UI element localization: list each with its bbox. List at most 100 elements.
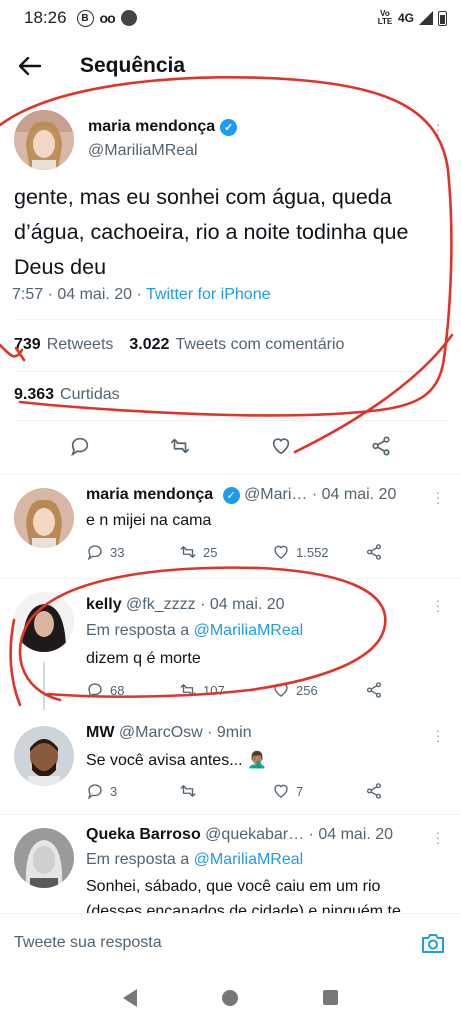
- retweet-icon[interactable]: [165, 431, 195, 461]
- compose-input[interactable]: Tweete sua resposta: [14, 934, 162, 952]
- page-title: Sequência: [80, 54, 186, 77]
- reply-actions: 3 7: [86, 782, 395, 800]
- more-options-icon[interactable]: · · ·: [433, 723, 443, 747]
- nav-recents-icon[interactable]: [323, 990, 339, 1005]
- tweet-source-link[interactable]: Twitter for iPhone: [146, 286, 271, 303]
- like-label: Curtidas: [60, 386, 120, 403]
- like-heart-icon: [274, 545, 288, 559]
- status-bar: 18:26 B oo Vo LTE 4G: [0, 0, 461, 36]
- reply-header: MW @MarcOsw · 9min: [86, 724, 252, 742]
- mention-link[interactable]: @MariliaMReal: [194, 622, 304, 639]
- like-button[interactable]: 1.552: [272, 543, 365, 561]
- author-name: Queka Barroso: [86, 826, 201, 843]
- reply-context: Em resposta a @MariliaMReal: [86, 622, 304, 639]
- reply-tweet[interactable]: Queka Barroso @quekabar… · 04 mai. 20 · ·…: [0, 814, 461, 914]
- retweet-label: Retweets: [46, 336, 114, 353]
- avatar[interactable]: [14, 726, 74, 786]
- reply-context: Em resposta a @MariliaMReal: [86, 851, 304, 868]
- quote-label: Tweets com comentário: [175, 336, 345, 353]
- reply-tweet[interactable]: maria mendonça ✓ @Mari… · 04 mai. 20 · · ·…: [0, 474, 461, 578]
- compose-reply-bar[interactable]: Tweete sua resposta: [0, 913, 461, 971]
- back-arrow-icon[interactable]: [0, 36, 60, 96]
- top-app-bar: Sequência: [0, 36, 461, 96]
- reply-count: 68: [110, 682, 125, 698]
- notification-dot-icon: [120, 10, 137, 26]
- reply-icon[interactable]: [65, 431, 95, 461]
- reply-text: dizem q é morte: [86, 650, 201, 667]
- retweet-button[interactable]: 25: [179, 543, 272, 561]
- reply-header: maria mendonça ✓ @Mari… · 04 mai. 20: [86, 486, 396, 504]
- reply-icon: [87, 545, 102, 561]
- handle-date: @fk_zzzz · 04 mai. 20: [126, 596, 285, 613]
- share-icon[interactable]: [365, 782, 395, 800]
- reply-count: 33: [110, 544, 125, 560]
- b-notification-icon: B: [76, 9, 94, 27]
- reply-button[interactable]: 33: [86, 543, 179, 561]
- retweet-count: 25: [203, 544, 218, 560]
- nav-home-icon[interactable]: [221, 989, 238, 1006]
- share-icon[interactable]: [366, 431, 396, 461]
- avatar[interactable]: [14, 110, 74, 170]
- battery-icon: [438, 10, 447, 26]
- author-name: MW: [86, 724, 115, 741]
- reply-text: e n mijei na cama: [86, 512, 212, 529]
- like-stats[interactable]: 9.363 Curtidas: [14, 386, 120, 404]
- retweet-button[interactable]: 107: [179, 681, 272, 699]
- author-handle: @MariliaMReal: [88, 142, 198, 159]
- reply-actions: 33 25 1.552: [86, 543, 395, 561]
- nav-back-icon[interactable]: [122, 988, 137, 1007]
- volte-icon: Vo LTE: [377, 9, 393, 26]
- divider: [14, 371, 447, 372]
- divider: [14, 420, 447, 421]
- camera-icon[interactable]: [419, 929, 447, 957]
- retweet-button[interactable]: [179, 782, 272, 800]
- avatar[interactable]: [14, 592, 74, 652]
- more-options-icon[interactable]: · · ·: [433, 825, 443, 849]
- avatar[interactable]: [14, 828, 74, 888]
- voicemail-icon: oo: [99, 10, 116, 26]
- reply-count: 3: [110, 783, 118, 799]
- like-button[interactable]: 7: [272, 782, 365, 800]
- clock: 18:26: [24, 8, 67, 27]
- handle-date: @MarcOsw · 9min: [118, 724, 252, 741]
- reply-text: Se você avisa antes... 🤦🏽‍♂️: [86, 752, 267, 769]
- reply-button[interactable]: 3: [86, 782, 179, 800]
- author-name: maria mendonça ✓: [88, 118, 238, 136]
- like-count: 256: [296, 682, 318, 698]
- mention-link[interactable]: @MariliaMReal: [194, 851, 304, 868]
- signal-icon: [419, 11, 433, 25]
- retweet-count: 107: [203, 682, 225, 698]
- more-options-icon[interactable]: · · ·: [433, 593, 443, 617]
- system-nav-bar: [0, 971, 461, 1024]
- network-type: 4G: [397, 11, 414, 25]
- reply-header: Queka Barroso @quekabar… · 04 mai. 20: [86, 826, 393, 844]
- avatar[interactable]: [14, 488, 74, 548]
- reply-tweet[interactable]: MW @MarcOsw · 9min · · · Se você avisa ant…: [0, 712, 461, 814]
- tweet-actions: [0, 431, 461, 461]
- retweet-stats[interactable]: 739 Retweets 3.022 Tweets com comentário: [14, 336, 344, 354]
- more-options-icon[interactable]: · · ·: [433, 485, 443, 509]
- share-icon[interactable]: [365, 681, 395, 699]
- like-count: 7: [296, 783, 304, 799]
- like-count: 1.552: [296, 544, 329, 560]
- reply-header: kelly @fk_zzzz · 04 mai. 20: [86, 596, 285, 614]
- verified-badge-icon: ✓: [222, 487, 240, 504]
- like-button[interactable]: 256: [272, 681, 365, 699]
- reply-text: Sonhei, sábado, que você caiu em um rio: [86, 878, 381, 895]
- tweet-timestamp: 7:57 · 04 mai. 20 · Twitter for iPhone: [12, 286, 271, 303]
- reply-button[interactable]: 68: [86, 681, 179, 699]
- retweet-count: 739: [14, 336, 41, 353]
- reply-actions: 68 107 256: [86, 681, 395, 699]
- tweet-author[interactable]: maria mendonça ✓ @MariliaMReal: [14, 110, 238, 170]
- handle-date: @quekabar… · 04 mai. 20: [205, 826, 394, 843]
- more-options-icon[interactable]: · · ·: [433, 117, 443, 141]
- tweet-text: gente, mas eu sonhei com água, queda d’á…: [14, 185, 409, 279]
- author-name: kelly: [86, 596, 122, 613]
- share-icon[interactable]: [365, 543, 395, 561]
- author-name: maria mendonça: [86, 486, 214, 503]
- like-heart-icon[interactable]: [266, 431, 296, 461]
- verified-badge-icon: ✓: [220, 118, 238, 136]
- retweet-icon: [180, 546, 196, 558]
- divider: [14, 319, 447, 320]
- reply-tweet[interactable]: kelly @fk_zzzz · 04 mai. 20 · · · Em respo…: [0, 578, 461, 710]
